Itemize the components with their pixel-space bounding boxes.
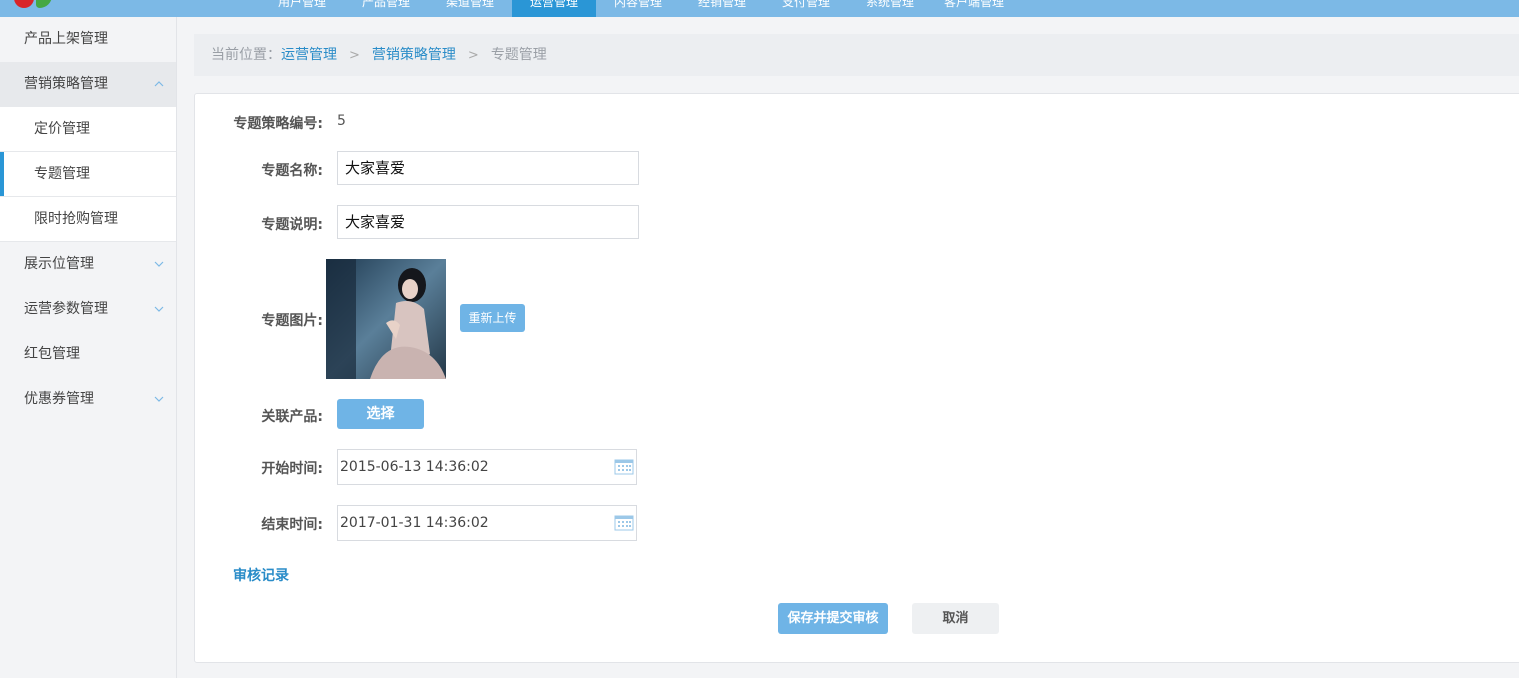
sidebar-subitem-flash-sale[interactable]: 限时抢购管理 — [0, 197, 176, 242]
top-nav-item[interactable]: 客户端管理 — [932, 0, 1016, 17]
sidebar-item-red-packet[interactable]: 红包管理 — [0, 332, 176, 377]
sidebar-subitem-label: 定价管理 — [34, 121, 90, 137]
select-product-button[interactable]: 选择 — [337, 399, 424, 429]
related-product-label: 关联产品: — [261, 409, 323, 425]
top-navigation-bar: 用户管理 产品管理 渠道管理 运营管理 内容管理 经销管理 支付管理 系统管理 … — [0, 0, 1519, 17]
strategy-id-value: 5 — [337, 113, 346, 129]
sidebar-item-label: 产品上架管理 — [24, 31, 108, 47]
breadcrumb: 当前位置：运营管理 > 营销策略管理 > 专题管理 — [194, 34, 1519, 76]
breadcrumb-separator: > — [467, 48, 479, 63]
chevron-up-icon — [154, 81, 164, 87]
top-nav-item[interactable]: 内容管理 — [596, 0, 680, 17]
breadcrumb-separator: > — [349, 48, 360, 63]
audit-record-link[interactable]: 审核记录 — [233, 565, 289, 585]
sidebar-item-label: 红包管理 — [24, 346, 80, 362]
strategy-id-label: 专题策略编号: — [233, 116, 323, 132]
breadcrumb-link-marketing[interactable]: 营销策略管理 — [372, 47, 456, 63]
top-nav-item[interactable]: 产品管理 — [344, 0, 428, 17]
top-nav-item-active[interactable]: 运营管理 — [512, 0, 596, 17]
top-nav-item[interactable]: 支付管理 — [764, 0, 848, 17]
topic-desc-input[interactable]: 大家喜爱 — [337, 205, 639, 239]
reupload-button[interactable]: 重新上传 — [460, 304, 525, 332]
calendar-icon[interactable] — [614, 459, 634, 475]
sidebar-item-marketing-strategy[interactable]: 营销策略管理 — [0, 62, 176, 107]
end-time-input[interactable]: 2017-01-31 14:36:02 — [337, 505, 637, 541]
sidebar-subitem-pricing[interactable]: 定价管理 — [0, 107, 176, 152]
sidebar-item-ops-params[interactable]: 运营参数管理 — [0, 287, 176, 332]
sidebar-item-label: 展示位管理 — [24, 256, 94, 272]
end-time-label: 结束时间: — [261, 517, 323, 533]
sidebar-item-display-slot[interactable]: 展示位管理 — [0, 242, 176, 287]
logo-green-shape — [36, 0, 52, 8]
chevron-down-icon — [154, 396, 164, 402]
sidebar-item-product-listing[interactable]: 产品上架管理 — [0, 17, 176, 62]
topic-desc-label: 专题说明: — [261, 217, 323, 233]
start-time-label: 开始时间: — [261, 461, 323, 477]
top-nav-item[interactable]: 用户管理 — [260, 0, 344, 17]
chevron-down-icon — [154, 261, 164, 267]
sidebar-subitem-label: 专题管理 — [34, 166, 90, 182]
top-nav: 用户管理 产品管理 渠道管理 运营管理 内容管理 经销管理 支付管理 系统管理 … — [260, 0, 1016, 17]
logo-red-shape — [14, 0, 34, 8]
sidebar: 产品上架管理 营销策略管理 定价管理 专题管理 限时抢购管理 展示位管理 运营参… — [0, 17, 177, 678]
top-nav-item[interactable]: 系统管理 — [848, 0, 932, 17]
topic-name-input[interactable]: 大家喜爱 — [337, 151, 639, 185]
breadcrumb-prefix: 当前位置： — [211, 47, 281, 63]
sidebar-item-label: 优惠券管理 — [24, 391, 94, 407]
sidebar-subitem-topic[interactable]: 专题管理 — [0, 152, 176, 197]
topic-edit-form: 专题策略编号: 5 专题名称: 大家喜爱 专题说明: 大家喜爱 专题图片: 重新… — [194, 93, 1519, 663]
topic-name-label: 专题名称: — [261, 163, 323, 179]
cancel-button[interactable]: 取消 — [912, 603, 999, 634]
start-time-input[interactable]: 2015-06-13 14:36:02 — [337, 449, 637, 485]
top-nav-item[interactable]: 经销管理 — [680, 0, 764, 17]
topic-image-label: 专题图片: — [261, 313, 323, 329]
calendar-icon[interactable] — [614, 515, 634, 531]
logo — [14, 0, 54, 12]
sidebar-item-label: 营销策略管理 — [24, 76, 108, 92]
sidebar-item-coupon[interactable]: 优惠券管理 — [0, 377, 176, 422]
sidebar-item-label: 运营参数管理 — [24, 301, 108, 317]
breadcrumb-link-operations[interactable]: 运营管理 — [281, 47, 337, 63]
start-time-value: 2015-06-13 14:36:02 — [340, 459, 489, 475]
sidebar-subitem-label: 限时抢购管理 — [34, 211, 118, 227]
top-nav-item[interactable]: 渠道管理 — [428, 0, 512, 17]
breadcrumb-current: 专题管理 — [490, 47, 547, 63]
topic-image-preview — [326, 259, 446, 379]
end-time-value: 2017-01-31 14:36:02 — [340, 515, 489, 531]
chevron-down-icon — [154, 306, 164, 312]
save-submit-button[interactable]: 保存并提交审核 — [778, 603, 888, 634]
